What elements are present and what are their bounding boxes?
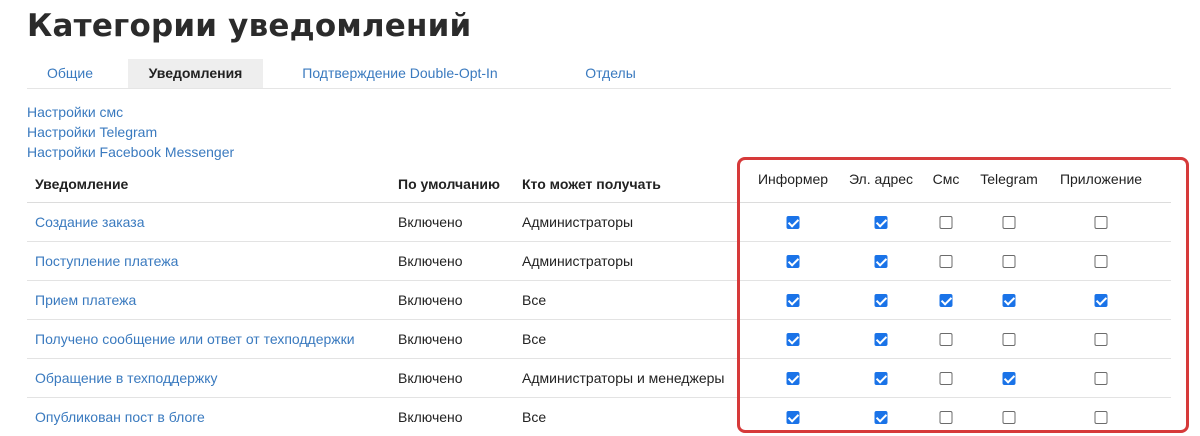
- telegram-checkbox[interactable]: [1002, 255, 1016, 268]
- header-channel-sms: Смс: [932, 171, 960, 187]
- default-state: Включено: [398, 214, 463, 230]
- sms-settings-link[interactable]: Настройки смс: [27, 102, 234, 122]
- app-checkbox[interactable]: [1094, 411, 1108, 424]
- tab-general[interactable]: Общие: [27, 59, 113, 88]
- default-state: Включено: [398, 409, 463, 425]
- table-row: Обращение в техподдержку Включено Админист…: [27, 359, 1171, 398]
- email-checkbox[interactable]: [874, 372, 888, 385]
- email-checkbox[interactable]: [874, 255, 888, 268]
- sms-checkbox[interactable]: [939, 372, 953, 385]
- header-channel-telegram: Telegram: [980, 171, 1038, 187]
- notification-name-link[interactable]: Создание заказа: [35, 214, 145, 230]
- notification-name-link[interactable]: Прием платежа: [35, 292, 136, 308]
- notification-name-link[interactable]: Опубликован пост в блоге: [35, 409, 205, 425]
- informer-checkbox[interactable]: [786, 372, 800, 385]
- header-channel-email: Эл. адрес: [848, 171, 914, 187]
- email-checkbox[interactable]: [874, 333, 888, 346]
- email-checkbox[interactable]: [874, 411, 888, 424]
- notification-name-link[interactable]: Поступление платежа: [35, 253, 178, 269]
- default-state: Включено: [398, 253, 463, 269]
- sms-checkbox[interactable]: [939, 216, 953, 229]
- telegram-checkbox[interactable]: [1002, 372, 1016, 385]
- telegram-checkbox[interactable]: [1002, 294, 1016, 307]
- telegram-settings-link[interactable]: Настройки Telegram: [27, 122, 234, 142]
- informer-checkbox[interactable]: [786, 333, 800, 346]
- app-checkbox[interactable]: [1094, 255, 1108, 268]
- sms-checkbox[interactable]: [939, 333, 953, 346]
- informer-checkbox[interactable]: [786, 411, 800, 424]
- notification-name-link[interactable]: Обращение в техподдержку: [35, 370, 218, 386]
- recipients: Все: [522, 331, 547, 347]
- tab-double-opt-in[interactable]: Подтверждение Double-Opt-In: [277, 59, 523, 88]
- informer-checkbox[interactable]: [786, 216, 800, 229]
- email-checkbox[interactable]: [874, 294, 888, 307]
- telegram-checkbox[interactable]: [1002, 216, 1016, 229]
- notification-name-link[interactable]: Получено сообщение или ответ от техподде…: [35, 331, 355, 347]
- table-header: Уведомление По умолчанию Кто может получ…: [27, 163, 1171, 203]
- recipients: Все: [522, 292, 547, 308]
- default-state: Включено: [398, 370, 463, 386]
- tab-bar: Общие Уведомления Подтверждение Double-O…: [27, 59, 1171, 89]
- informer-checkbox[interactable]: [786, 294, 800, 307]
- header-notification: Уведомление: [35, 176, 129, 192]
- header-channel-informer: Информер: [757, 171, 829, 187]
- default-state: Включено: [398, 331, 463, 347]
- app-checkbox[interactable]: [1094, 216, 1108, 229]
- app-checkbox[interactable]: [1094, 372, 1108, 385]
- email-checkbox[interactable]: [874, 216, 888, 229]
- sms-checkbox[interactable]: [939, 411, 953, 424]
- page-title: Категории уведомлений: [27, 8, 472, 44]
- sms-checkbox[interactable]: [939, 294, 953, 307]
- app-checkbox[interactable]: [1094, 333, 1108, 346]
- settings-links: Настройки смс Настройки Telegram Настрой…: [27, 102, 234, 162]
- tab-notifications[interactable]: Уведомления: [128, 59, 263, 88]
- recipients: Все: [522, 409, 547, 425]
- default-state: Включено: [398, 292, 463, 308]
- recipients: Администраторы: [522, 214, 634, 230]
- table-row: Прием платежа Включено Все: [27, 281, 1171, 320]
- recipients: Администраторы: [522, 253, 634, 269]
- facebook-messenger-settings-link[interactable]: Настройки Facebook Messenger: [27, 142, 234, 162]
- notification-table: Уведомление По умолчанию Кто может получ…: [27, 163, 1171, 436]
- tab-departments[interactable]: Отделы: [539, 59, 682, 88]
- header-recipients: Кто может получать: [522, 176, 661, 192]
- table-body: Создание заказа Включено Администраторы Пос…: [27, 203, 1171, 436]
- sms-checkbox[interactable]: [939, 255, 953, 268]
- informer-checkbox[interactable]: [786, 255, 800, 268]
- header-default: По умолчанию: [398, 176, 500, 192]
- app-checkbox[interactable]: [1094, 294, 1108, 307]
- table-row: Опубликован пост в блоге Включено Все: [27, 398, 1171, 436]
- telegram-checkbox[interactable]: [1002, 333, 1016, 346]
- table-row: Поступление платежа Включено Администратор…: [27, 242, 1171, 281]
- table-row: Получено сообщение или ответ от техподде…: [27, 320, 1171, 359]
- table-row: Создание заказа Включено Администраторы: [27, 203, 1171, 242]
- recipients: Администраторы и менеджеры: [522, 370, 725, 386]
- header-channel-app: Приложение: [1059, 171, 1143, 187]
- telegram-checkbox[interactable]: [1002, 411, 1016, 424]
